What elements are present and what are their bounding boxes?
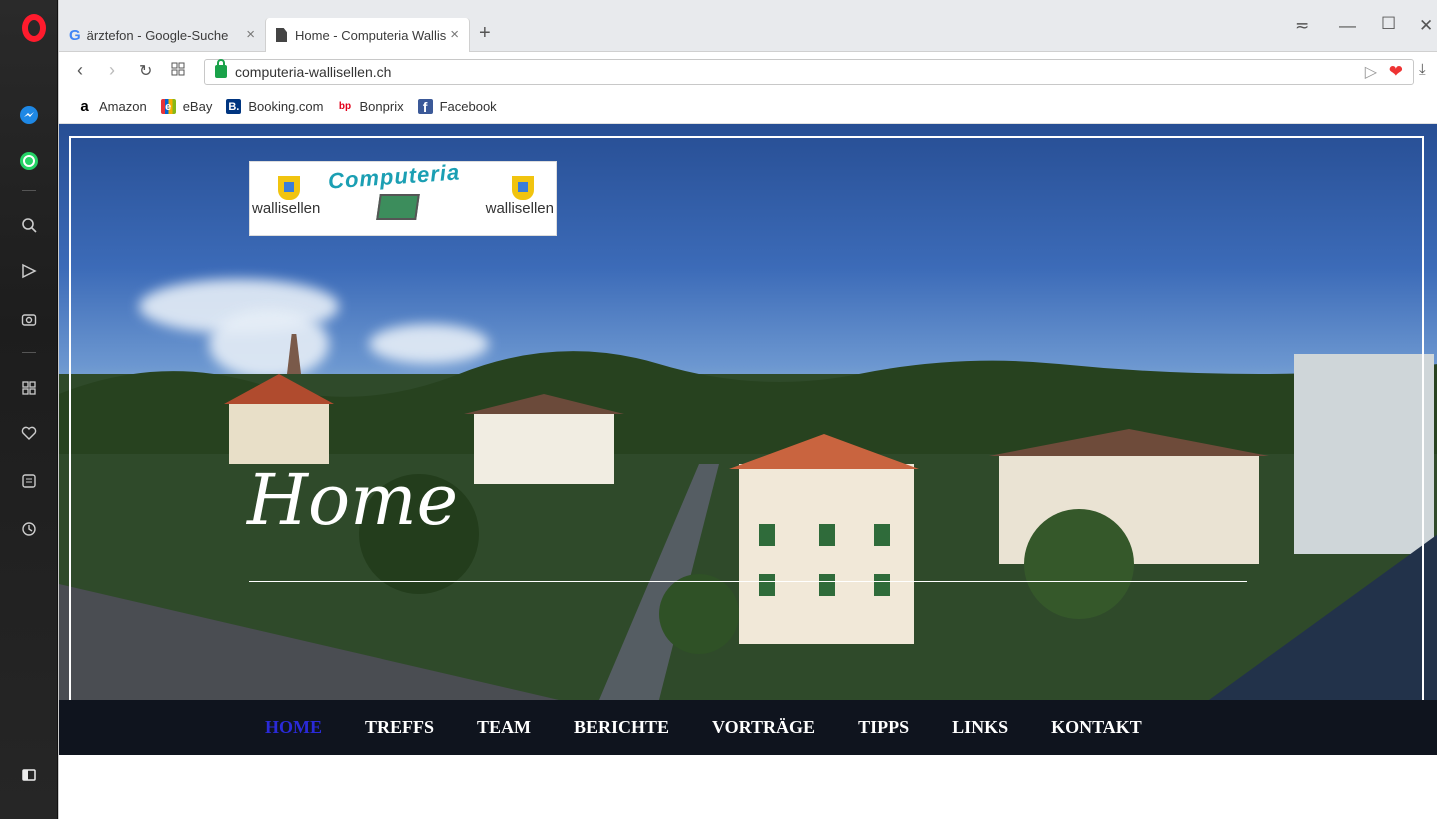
crest-icon [278,176,300,200]
bookmark-heart-icon[interactable]: ❤ [1389,62,1403,82]
history-icon[interactable] [14,514,44,544]
bookmark-label: Bonprix [359,99,404,114]
nav-vortraege[interactable]: VORTRÄGE [712,717,815,738]
messenger-icon[interactable] [14,100,44,130]
main-navigation: HOME TREFFS TEAM BERICHTE VORTRÄGE TIPPS… [59,700,1437,755]
send-icon[interactable] [14,256,44,286]
tab-google-search[interactable]: G ärztefon - Google-Suche × [59,18,265,52]
easy-setup-icon[interactable]: ≂ [1295,16,1309,36]
bookmark-label: Facebook [439,99,497,114]
close-tab-icon[interactable]: × [450,26,459,43]
nav-berichte[interactable]: BERICHTE [574,717,669,738]
nav-home[interactable]: HOME [265,717,322,738]
nav-links[interactable]: LINKS [952,717,1008,738]
laptop-icon [376,194,420,220]
computeria-logo[interactable]: wallisellen Computeria wallisellen [249,159,557,236]
news-icon[interactable] [14,466,44,496]
nav-team[interactable]: TEAM [477,717,531,738]
send-icon[interactable]: ▷ [1365,62,1377,82]
download-icon[interactable]: ⤓ [1419,61,1426,78]
browser-window: G ärztefon - Google-Suche × Home - Compu… [58,0,1437,819]
heart-icon[interactable] [14,418,44,448]
tab-computeria-home[interactable]: Home - Computeria Wallis × [265,18,470,52]
bookmark-booking[interactable]: B. Booking.com [226,99,324,114]
bookmark-label: eBay [182,99,213,114]
logo-title: Computeria [327,159,461,194]
ebay-icon: e [160,99,176,114]
tab-strip: G ärztefon - Google-Suche × Home - Compu… [59,0,1437,52]
bonprix-icon: bp [337,99,353,114]
new-tab-button[interactable]: + [479,22,491,45]
url-field[interactable]: computeria-wallisellen.ch ▷ ❤ [204,59,1414,85]
page-title: Home [247,459,458,541]
web-page: wallisellen Computeria wallisellen Home … [59,124,1437,819]
tab-label: ärztefon - Google-Suche [86,27,229,43]
facebook-icon: f [417,99,433,115]
url-text: computeria-wallisellen.ch [235,64,392,80]
logo-right-text: wallisellen [485,200,554,217]
google-g-icon: G [69,26,81,44]
bookmark-bonprix[interactable]: bp Bonprix [337,99,404,114]
crest-icon [512,176,534,200]
reload-icon[interactable]: ↻ [139,61,152,81]
nav-tipps[interactable]: TIPPS [858,717,909,738]
bookmark-label: Booking.com [248,99,324,114]
booking-icon: B. [226,99,242,114]
speed-dial-icon[interactable] [171,60,185,81]
nav-treffs[interactable]: TREFFS [365,717,434,738]
maximize-icon[interactable]: ☐ [1381,14,1396,34]
opera-logo-icon[interactable] [22,14,46,42]
camera-icon[interactable] [14,304,44,334]
bookmark-ebay[interactable]: e eBay [160,99,213,114]
search-icon[interactable] [14,210,44,240]
bookmarks-bar: a Amazon e eBay B. Booking.com bp Bonpri… [59,90,1437,124]
tab-label: Home - Computeria Wallis [295,27,447,43]
nav-kontakt[interactable]: KONTAKT [1051,717,1142,738]
address-bar-row: ‹ › ↻ computeria-wallisellen.ch ▷ ❤ ⤓ [59,52,1437,90]
hero-panorama: wallisellen Computeria wallisellen Home [59,124,1437,700]
divider [249,581,1247,582]
logo-left-text: wallisellen [252,200,321,217]
close-tab-icon[interactable]: × [246,26,255,43]
close-window-icon[interactable]: ✕ [1419,16,1433,36]
document-icon [276,28,287,42]
opera-sidebar [0,0,58,819]
minimize-icon[interactable]: — [1339,16,1356,36]
whatsapp-icon[interactable] [14,146,44,176]
amazon-icon: a [77,98,92,115]
lock-icon[interactable] [215,59,227,78]
sidebar-toggle-icon[interactable] [14,760,44,790]
bookmark-label: Amazon [99,99,147,114]
bookmark-facebook[interactable]: f Facebook [417,99,497,115]
bookmark-amazon[interactable]: a Amazon [77,98,147,115]
forward-icon[interactable]: › [109,60,115,81]
back-icon[interactable]: ‹ [77,60,83,81]
speed-dial-icon[interactable] [14,373,44,403]
